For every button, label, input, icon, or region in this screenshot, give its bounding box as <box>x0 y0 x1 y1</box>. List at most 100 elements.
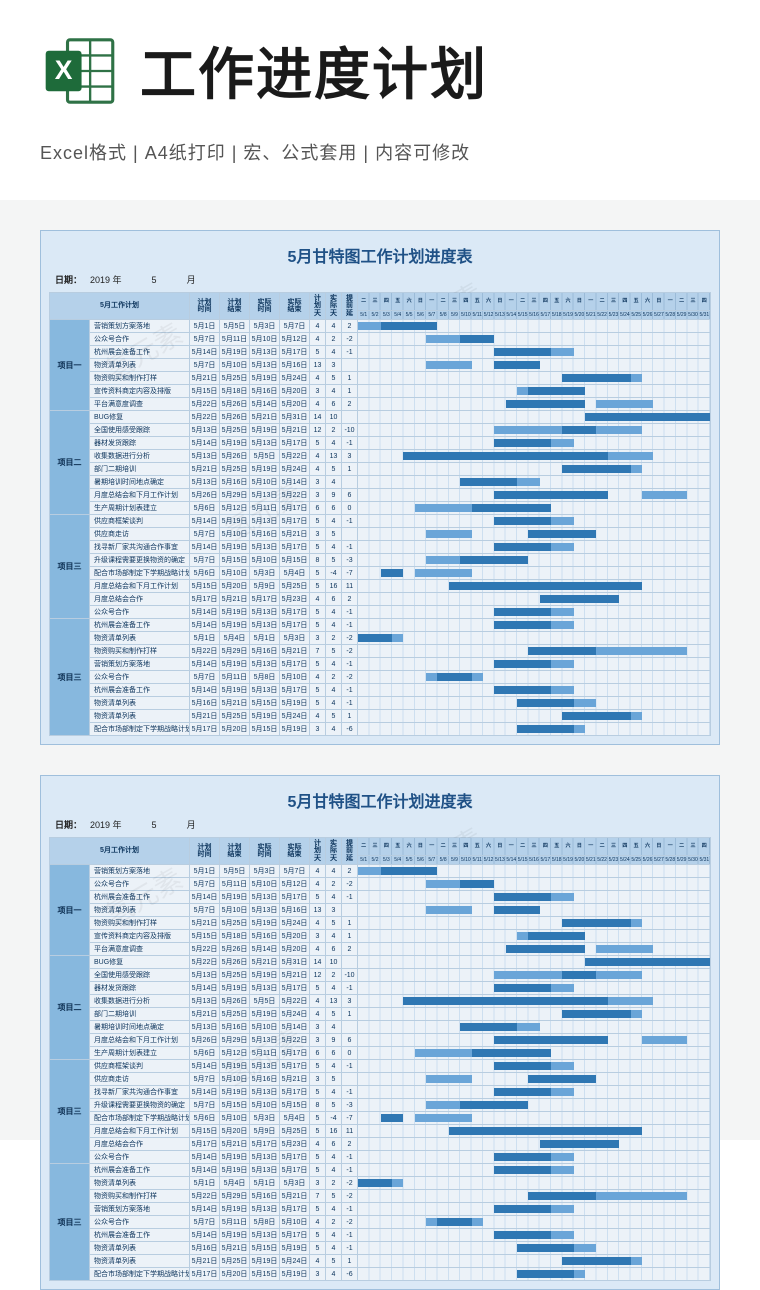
actual-end: 5月17日 <box>280 541 310 554</box>
plan-end: 5月10日 <box>220 1073 250 1086</box>
delay-days: -1 <box>342 982 358 995</box>
delay-days: 11 <box>342 1125 358 1138</box>
gantt-cell <box>358 398 711 411</box>
gantt-cell <box>358 1073 711 1086</box>
plan-start: 5月22日 <box>190 956 220 969</box>
plan-end: 5月26日 <box>220 398 250 411</box>
col-plan_start: 计划 时间 <box>190 293 220 320</box>
plan-days: 5 <box>310 1112 326 1125</box>
plan-end: 5月21日 <box>220 697 250 710</box>
plan-end: 5月11日 <box>220 333 250 346</box>
col-plan_end: 计划 结束 <box>220 838 250 865</box>
page-title: 工作进度计划 <box>140 30 488 111</box>
plan-end: 5月20日 <box>220 1125 250 1138</box>
plan-start: 5月14日 <box>190 1203 220 1216</box>
plan-start: 5月14日 <box>190 437 220 450</box>
plan-end: 5月21日 <box>220 1242 250 1255</box>
plan-end: 5月19日 <box>220 541 250 554</box>
actual-start: 5月13日 <box>250 684 280 697</box>
plan-start: 5月7日 <box>190 1099 220 1112</box>
gantt-cell <box>358 619 711 632</box>
delay-days: -2 <box>342 632 358 645</box>
actual-start: 5月16日 <box>250 645 280 658</box>
project-header: 项目三 <box>50 1164 90 1281</box>
plan-start: 5月13日 <box>190 424 220 437</box>
plan-start: 5月1日 <box>190 1177 220 1190</box>
plan-end: 5月19日 <box>220 437 250 450</box>
gantt-cell <box>358 723 711 736</box>
delay-days: -1 <box>342 1242 358 1255</box>
actual-end: 5月17日 <box>280 982 310 995</box>
actual-days: 4 <box>326 515 342 528</box>
plan-start: 5月14日 <box>190 346 220 359</box>
gantt-cell <box>358 1177 711 1190</box>
plan-days: 3 <box>310 385 326 398</box>
task-name: 暑期培训时间地点确定 <box>90 1021 190 1034</box>
gantt-cell <box>358 1099 711 1112</box>
actual-days: 4 <box>326 385 342 398</box>
delay-days: 0 <box>342 1047 358 1060</box>
actual-days: 6 <box>326 1047 342 1060</box>
actual-days: 4 <box>326 606 342 619</box>
plan-days: 4 <box>310 710 326 723</box>
plan-days: 5 <box>310 1060 326 1073</box>
actual-start: 5月11日 <box>250 502 280 515</box>
task-name: 杭州展会准备工作 <box>90 619 190 632</box>
plan-start: 5月7日 <box>190 904 220 917</box>
actual-end: 5月12日 <box>280 878 310 891</box>
plan-end: 5月5日 <box>220 865 250 878</box>
plan-end: 5月5日 <box>220 320 250 333</box>
gantt-cell <box>358 891 711 904</box>
actual-days: 6 <box>326 943 342 956</box>
plan-end: 5月18日 <box>220 385 250 398</box>
col-act_days: 实 际 天 <box>326 838 342 865</box>
actual-days: 5 <box>326 1255 342 1268</box>
plan-start: 5月17日 <box>190 723 220 736</box>
gantt-cell <box>358 1112 711 1125</box>
actual-end: 5月19日 <box>280 1242 310 1255</box>
delay-days: 3 <box>342 995 358 1008</box>
plan-days: 5 <box>310 437 326 450</box>
plan-days: 3 <box>310 528 326 541</box>
delay-days: 1 <box>342 710 358 723</box>
plan-days: 3 <box>310 476 326 489</box>
actual-end: 5月22日 <box>280 995 310 1008</box>
plan-end: 5月11日 <box>220 1216 250 1229</box>
actual-start: 5月19日 <box>250 424 280 437</box>
plan-start: 5月14日 <box>190 541 220 554</box>
actual-days: 2 <box>326 1216 342 1229</box>
actual-start: 5月13日 <box>250 904 280 917</box>
project-header: 项目二 <box>50 956 90 1060</box>
plan-days: 5 <box>310 1203 326 1216</box>
col-act_start: 实际 时间 <box>250 838 280 865</box>
plan-end: 5月25日 <box>220 424 250 437</box>
plan-days: 5 <box>310 1151 326 1164</box>
plan-start: 5月14日 <box>190 684 220 697</box>
task-name: 配合市场部制定下学期战略计划 <box>90 723 190 736</box>
gantt-cell <box>358 1125 711 1138</box>
plan-end: 5月19日 <box>220 658 250 671</box>
task-name: 物资清单列表 <box>90 1255 190 1268</box>
plan-days: 3 <box>310 930 326 943</box>
task-name: 部门二期培训 <box>90 1008 190 1021</box>
col-act_end: 实际 结束 <box>280 293 310 320</box>
actual-days: 4 <box>326 658 342 671</box>
actual-days: 4 <box>326 1164 342 1177</box>
plan-end: 5月21日 <box>220 593 250 606</box>
actual-start: 5月3日 <box>250 1112 280 1125</box>
gantt-cell <box>358 385 711 398</box>
col-plan_start: 计划 时间 <box>190 838 220 865</box>
actual-days: 3 <box>326 904 342 917</box>
actual-end: 5月3日 <box>280 1177 310 1190</box>
actual-start: 5月13日 <box>250 1034 280 1047</box>
actual-end: 5月16日 <box>280 359 310 372</box>
plan-start: 5月22日 <box>190 398 220 411</box>
plan-end: 5月29日 <box>220 645 250 658</box>
plan-end: 5月19日 <box>220 346 250 359</box>
plan-days: 5 <box>310 697 326 710</box>
col-act_start: 实际 时间 <box>250 293 280 320</box>
plan-days: 5 <box>310 1086 326 1099</box>
actual-days: 6 <box>326 593 342 606</box>
task-name: 物资购买和制作打样 <box>90 917 190 930</box>
date-header: 5/15/25/35/45/55/65/75/85/95/105/115/125… <box>358 856 711 865</box>
